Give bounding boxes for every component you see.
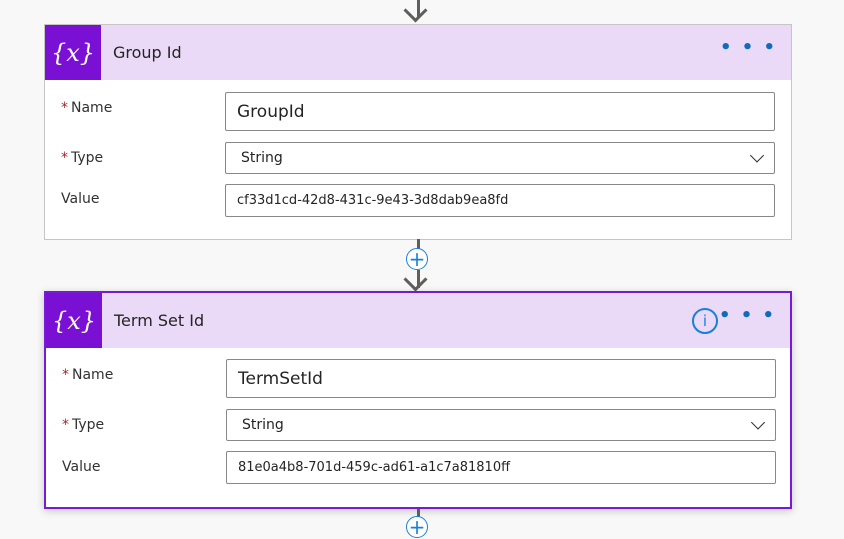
name-label: * Name xyxy=(62,367,114,383)
arrow-down-icon xyxy=(403,0,428,23)
add-step-button[interactable]: + xyxy=(406,248,428,270)
type-select[interactable]: String xyxy=(225,142,775,174)
variable-icon: {x} xyxy=(46,293,102,348)
name-label: * Name xyxy=(61,100,113,116)
value-label: Value xyxy=(62,459,101,475)
add-step-button[interactable]: + xyxy=(406,516,428,538)
value-label: Value xyxy=(61,191,100,207)
card-header[interactable]: {x} Group Id • • • xyxy=(45,25,791,80)
type-select[interactable]: String xyxy=(226,409,776,441)
chevron-down-icon xyxy=(749,148,765,163)
more-options-icon[interactable]: • • • xyxy=(720,37,777,58)
variable-icon: {x} xyxy=(45,25,101,80)
arrow-down-icon xyxy=(403,267,428,292)
card-title: Term Set Id xyxy=(114,311,205,330)
variable-card-group-id: {x} Group Id • • • * Name GroupId * Type S… xyxy=(44,24,792,240)
info-icon[interactable]: i xyxy=(692,308,718,334)
value-input[interactable]: 81e0a4b8-701d-459c-ad61-a1c7a81810ff xyxy=(226,451,776,484)
card-title: Group Id xyxy=(113,43,182,62)
value-input[interactable]: cf33d1cd-42d8-431c-9e43-3d8dab9ea8fd xyxy=(225,184,775,217)
chevron-down-icon xyxy=(750,415,766,430)
type-label: * Type xyxy=(62,417,105,433)
card-header[interactable]: {x} Term Set Id i • • • xyxy=(46,293,790,348)
name-input[interactable]: GroupId xyxy=(225,92,775,131)
more-options-icon[interactable]: • • • xyxy=(719,305,776,326)
variable-card-term-set-id: {x} Term Set Id i • • • * Name TermSetId … xyxy=(44,291,792,509)
name-input[interactable]: TermSetId xyxy=(226,359,776,398)
type-label: * Type xyxy=(61,150,104,166)
